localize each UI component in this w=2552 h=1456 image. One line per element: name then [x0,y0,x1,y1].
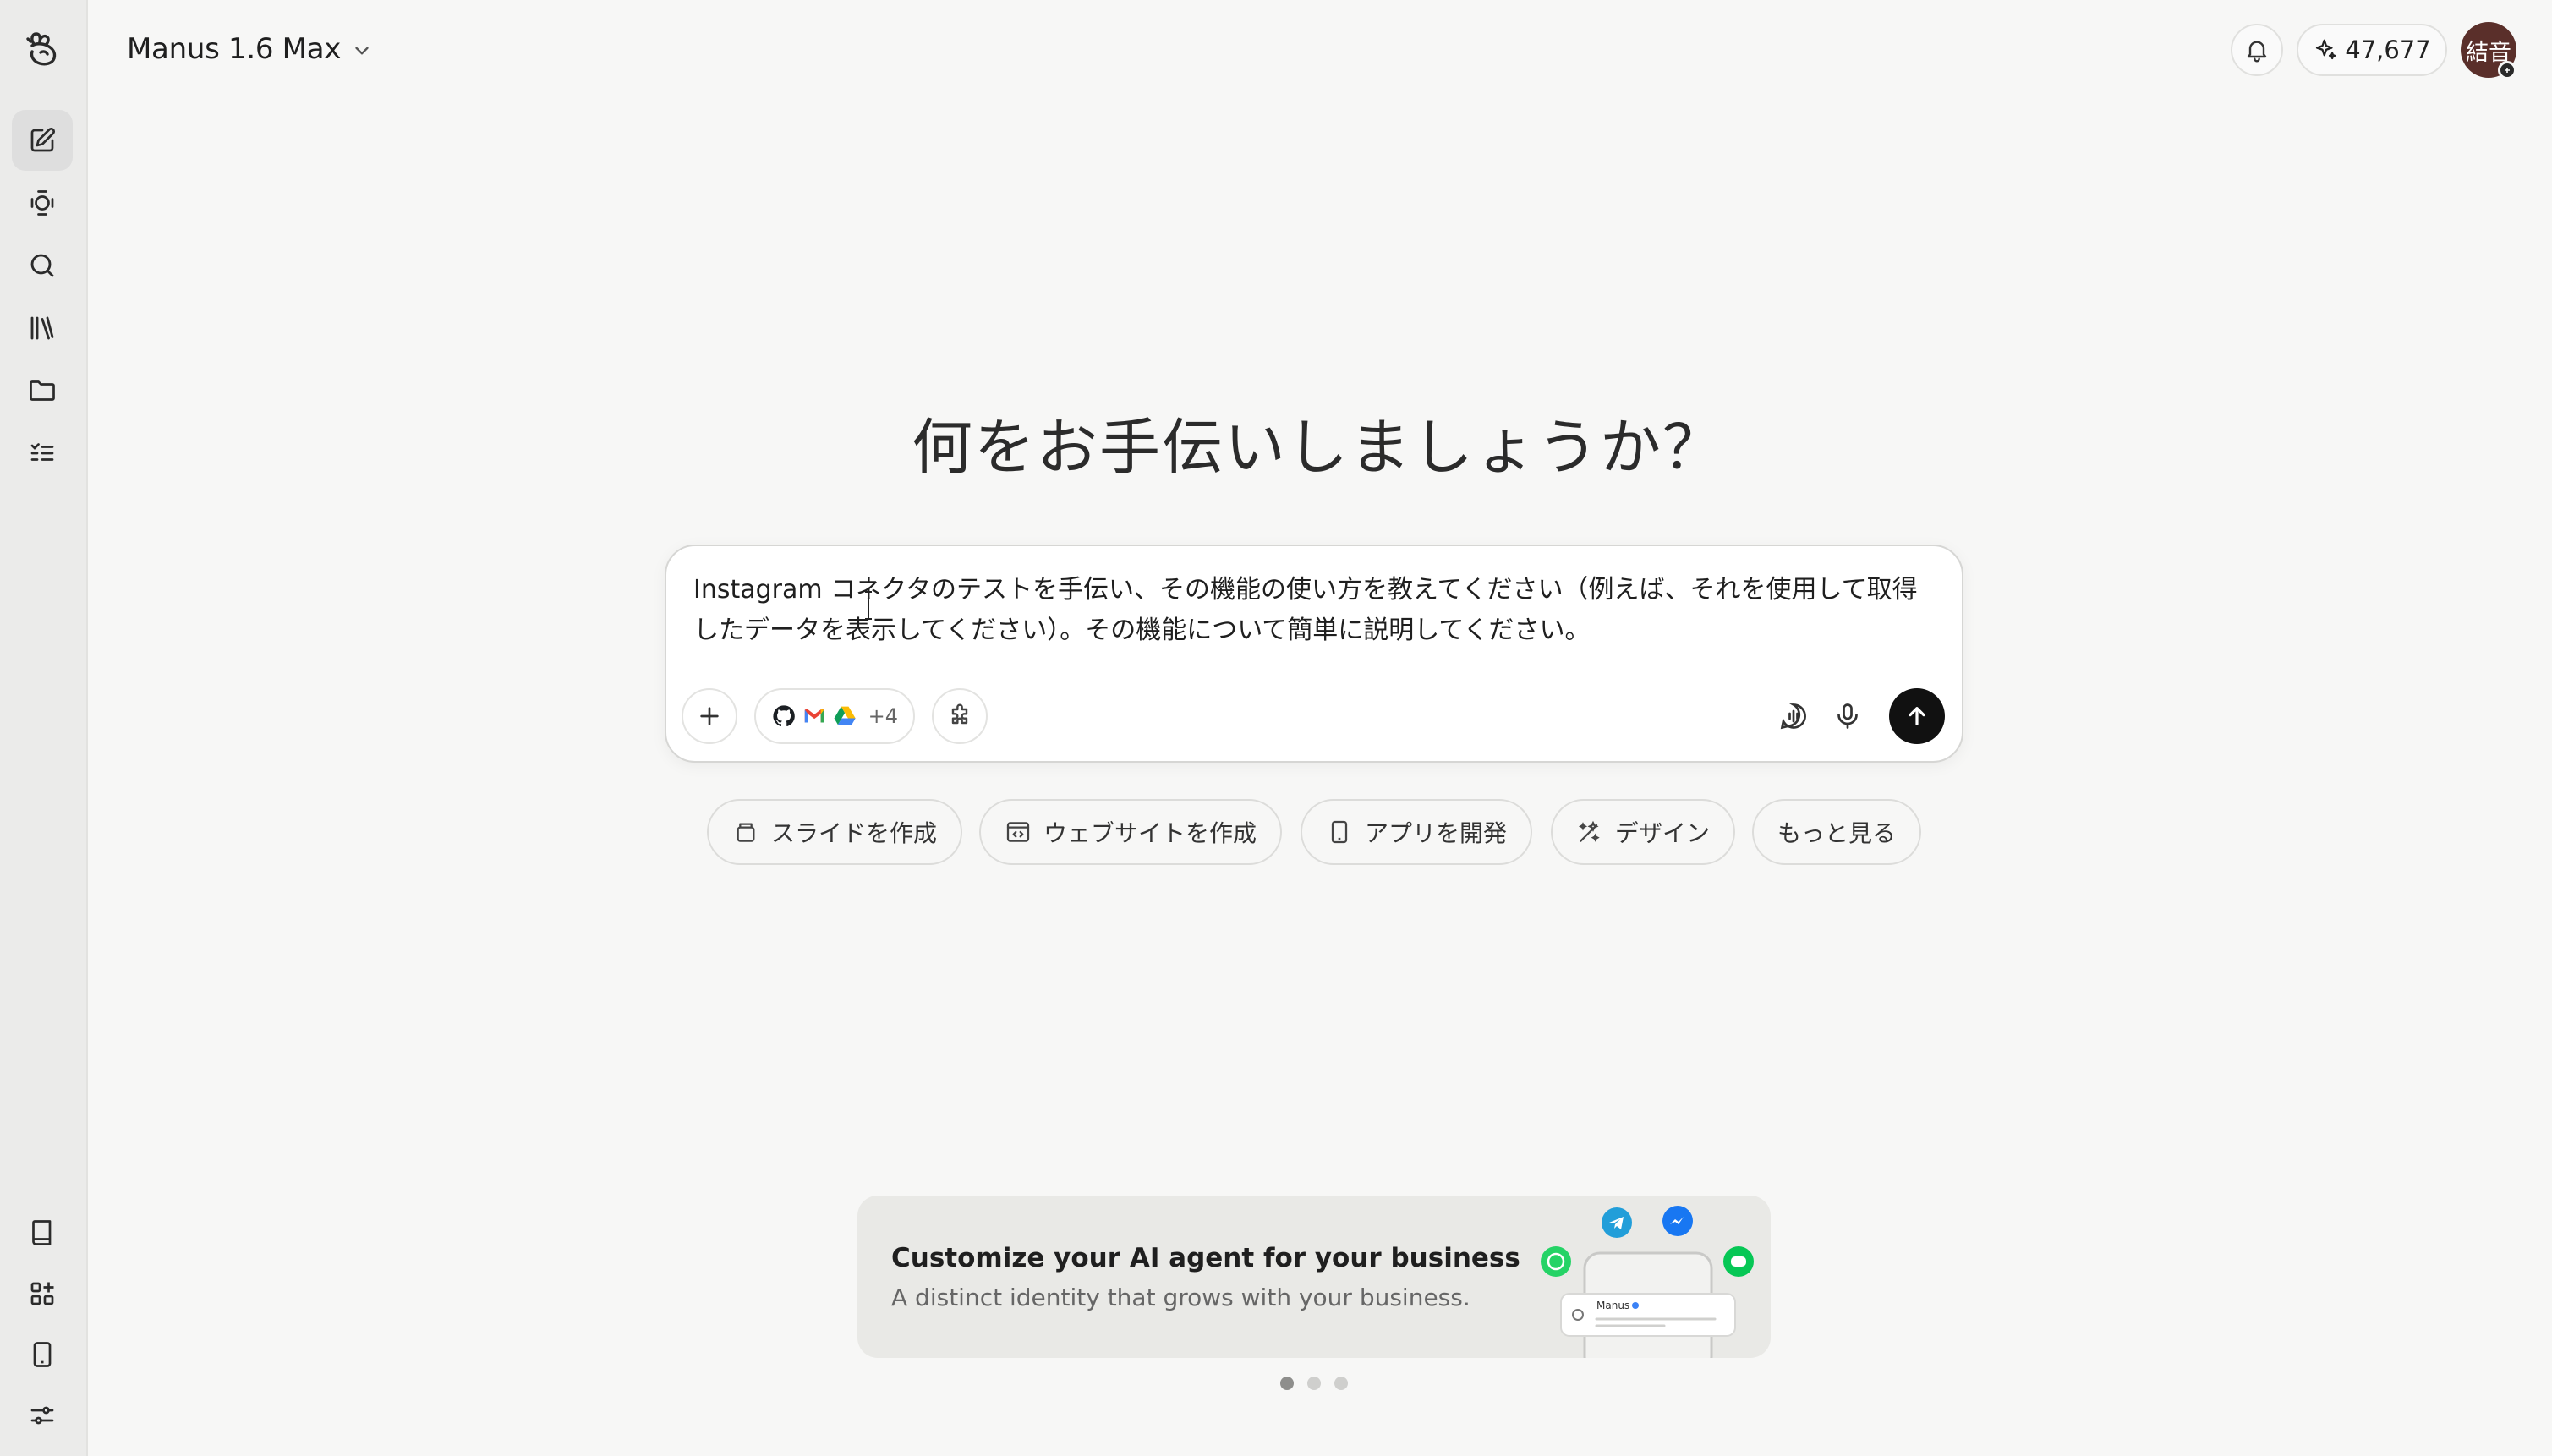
agents-icon [30,190,54,216]
model-selector[interactable]: Manus 1.6 Max [127,25,373,73]
quick-action-website[interactable]: ウェブサイトを作成 [979,799,1283,865]
gmail-icon [804,709,824,723]
credits-count: 47,677 [2345,36,2431,64]
messenger-icon [1662,1206,1693,1236]
credits-button[interactable]: 47,677 [2297,24,2447,76]
prompt-box: Instagram コネクタのテストを手伝い、その機能の使い方を教えてください（… [665,545,1963,763]
whatsapp-icon [1541,1246,1571,1277]
website-icon [1006,822,1030,842]
connectors-more-count: +4 [868,704,898,728]
quick-action-label: アプリを開発 [1365,819,1508,847]
prompt-input[interactable]: Instagram コネクタのテストを手伝い、その機能の使い方を教えてください（… [693,570,1936,651]
search-button[interactable] [12,235,73,296]
apps-icon [30,1282,54,1305]
settings-button[interactable] [12,1385,73,1446]
carousel-dots [1280,1377,1348,1390]
arrow-up-icon [1909,707,1925,725]
promo-card[interactable]: Customize your AI agent for your busines… [857,1196,1771,1358]
mobile-app-button[interactable] [12,1324,73,1385]
model-name: Manus 1.6 Max [127,32,342,66]
settings-sliders-icon [30,1406,54,1425]
promo-art-label: Manus [1596,1300,1629,1311]
library-button[interactable] [12,298,73,359]
new-task-button[interactable] [12,110,73,171]
carousel-dot-2[interactable] [1307,1377,1321,1390]
bell-icon [2247,41,2267,63]
quick-action-slides[interactable]: スライドを作成 [707,799,963,865]
quick-action-label: デザイン [1615,819,1711,847]
add-attachment-button[interactable] [682,688,737,744]
notifications-button[interactable] [2231,24,2283,76]
mobile-icon [33,1342,52,1367]
text-cursor-icon [865,591,872,620]
design-icon [1578,820,1600,842]
plus-icon [700,707,719,725]
search-icon [30,254,54,277]
mobile-app-icon [1331,820,1348,844]
microphone-button[interactable] [1821,690,1874,742]
sidebar [0,0,88,1456]
quick-action-label: もっと見る [1777,819,1897,847]
puzzle-icon [951,703,968,725]
voice-chat-icon [1780,703,1806,730]
library-icon [30,316,54,340]
promo-title: Customize your AI agent for your busines… [891,1243,1520,1273]
quick-action-app[interactable]: アプリを開発 [1301,799,1533,865]
carousel-dot-1[interactable] [1280,1377,1294,1390]
send-button[interactable] [1889,688,1945,744]
quick-action-design[interactable]: デザイン [1551,799,1736,865]
connectors-button[interactable]: +4 [754,688,915,744]
plus-small-icon [2505,68,2510,73]
quick-action-more[interactable]: もっと見る [1752,799,1922,865]
page-title: 何をお手伝いしましょうか？ [911,412,1725,483]
docs-button[interactable] [12,1202,73,1263]
apps-button[interactable] [12,1263,73,1324]
sparkle-icon [2316,39,2336,60]
telegram-icon [1602,1207,1632,1238]
slides-icon [737,823,755,842]
avatar-status-badge [2498,61,2516,79]
line-icon [1723,1246,1754,1277]
promo-subtitle: A distinct identity that grows with your… [891,1284,1470,1311]
agents-button[interactable] [12,172,73,233]
google-drive-icon [834,706,857,725]
chevron-down-icon [355,47,369,55]
manus-logo-icon[interactable] [22,27,64,69]
voice-chat-button[interactable] [1767,690,1820,742]
github-icon [773,705,795,726]
quick-action-label: ウェブサイトを作成 [1043,819,1257,847]
microphone-icon [1837,703,1858,729]
book-icon [32,1220,52,1245]
promo-illustration: Manus [1541,1206,1754,1358]
carousel-dot-3[interactable] [1334,1377,1348,1390]
new-task-icon [30,127,56,152]
integrations-button[interactable] [932,688,988,744]
quick-action-label: スライドを作成 [771,819,938,847]
